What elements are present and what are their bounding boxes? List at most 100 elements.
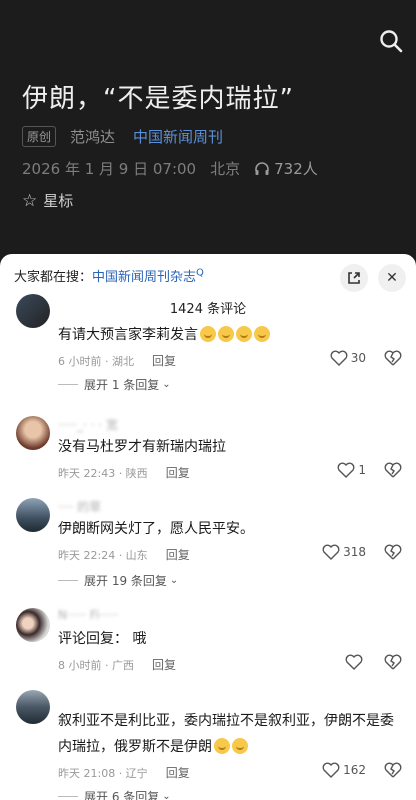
comment-meta: 昨天 21:08 · 辽宁 回复: [58, 764, 190, 781]
like-count: 1: [358, 463, 366, 477]
hot-search-keyword[interactable]: 中国新闻周刊杂志: [92, 270, 196, 285]
heart-icon: [322, 762, 340, 778]
heart-icon: [330, 350, 348, 366]
headphones-icon: [255, 161, 269, 175]
publish-location: 北京: [210, 160, 241, 178]
comment-time: 昨天 22:24 · 山东: [58, 548, 148, 562]
reply-button[interactable]: 回复: [166, 546, 190, 563]
heart-icon: [345, 654, 363, 670]
close-sheet-button[interactable]: ✕: [378, 264, 406, 292]
like-button[interactable]: 30: [330, 350, 366, 366]
chevron-down-icon: ⌄: [162, 379, 171, 390]
like-count: 162: [343, 763, 366, 777]
comment-time: 6 小时前 · 湖北: [58, 354, 134, 368]
broken-heart-icon: [384, 544, 402, 560]
divider: [58, 384, 78, 385]
reply-button[interactable]: 回复: [152, 656, 176, 673]
comment-meta: 8 小时前 · 广西 回复: [58, 656, 176, 673]
article-header: 伊朗，“不是委内瑞拉” 原创 范鸿达 中国新闻周刊 2026 年 1 月 9 日…: [0, 0, 416, 270]
reply-button[interactable]: 回复: [166, 464, 190, 481]
publish-date: 2026 年 1 月 9 日 07:00: [22, 160, 197, 178]
clap-emoji-icon: [200, 326, 216, 342]
clap-emoji-icon: [218, 326, 234, 342]
comment-meta: 昨天 22:24 · 山东 回复: [58, 546, 190, 563]
listen-count[interactable]: 732人: [254, 158, 318, 179]
comment-meta: 昨天 22:43 · 陕西 回复: [58, 464, 190, 481]
comment-item: ·····_· · · 宽 没有马杜罗才有新瑞内瑞拉 昨天 22:43 · 陕西…: [0, 414, 416, 494]
avatar[interactable]: [16, 294, 50, 328]
grin-emoji-icon: [232, 738, 248, 754]
like-button[interactable]: 162: [322, 762, 366, 778]
dislike-button[interactable]: [384, 544, 402, 564]
comment-item: 叙利亚不是利比亚，委内瑞拉不是叙利亚，伊朗不是委内瑞拉，俄罗斯不是伊朗 昨天 2…: [0, 686, 416, 800]
grin-emoji-icon: [214, 738, 230, 754]
star-icon: ☆: [22, 190, 38, 211]
comment-text: 评论回复： 哦: [58, 631, 147, 647]
heart-icon: [337, 462, 355, 478]
broken-heart-icon: [384, 350, 402, 366]
clap-emoji-icon: [236, 326, 252, 342]
like-button[interactable]: 1: [337, 462, 366, 478]
username[interactable]: ·····_· · · 宽: [58, 416, 118, 433]
chevron-down-icon: ⌄: [162, 791, 171, 800]
username[interactable]: ···· 的草: [58, 498, 101, 515]
like-count: 318: [343, 545, 366, 559]
star-label: 星标: [43, 192, 74, 210]
comment-time: 昨天 22:43 · 陕西: [58, 466, 148, 480]
author-name[interactable]: 范鸿达: [70, 126, 115, 147]
heart-icon: [322, 544, 340, 560]
search-icon: [380, 30, 403, 53]
clap-emoji-icon: [254, 326, 270, 342]
dislike-button[interactable]: [384, 654, 402, 674]
broken-heart-icon: [384, 462, 402, 478]
article-byline: 原创 范鸿达 中国新闻周刊: [22, 126, 223, 147]
broken-heart-icon: [384, 654, 402, 670]
expand-icon: [348, 272, 360, 284]
hot-search-prefix: 大家都在搜：: [14, 270, 93, 285]
comment-time: 昨天 21:08 · 辽宁: [58, 766, 148, 780]
article-title: 伊朗，“不是委内瑞拉”: [22, 84, 294, 114]
comment-meta: 6 小时前 · 湖北 回复: [58, 352, 176, 369]
comment-item: ···· 的草 伊朗断网关灯了，愿人民平安。 昨天 22:24 · 山东 回复 …: [0, 496, 416, 596]
expand-replies-label: 展开 19 条回复: [84, 574, 167, 588]
reply-button[interactable]: 回复: [166, 764, 190, 781]
avatar[interactable]: [16, 608, 50, 642]
comment-time: 8 小时前 · 广西: [58, 658, 134, 672]
like-count: 30: [350, 351, 366, 365]
comment-text: 有请大预言家李莉发言: [58, 322, 398, 348]
like-button[interactable]: [345, 654, 366, 670]
expand-sheet-button[interactable]: [340, 264, 368, 292]
comment-text: 伊朗断网关灯了，愿人民平安。: [58, 521, 254, 537]
publication-link[interactable]: 中国新闻周刊: [133, 126, 223, 147]
divider: [58, 796, 78, 797]
search-button[interactable]: [378, 28, 404, 54]
avatar[interactable]: [16, 690, 50, 724]
close-icon: ✕: [386, 270, 398, 286]
search-icon: Q: [196, 267, 204, 279]
expand-replies-button[interactable]: 展开 6 条回复 ⌄: [58, 788, 171, 800]
expand-replies-label: 展开 6 条回复: [84, 790, 160, 800]
chevron-down-icon: ⌄: [169, 575, 179, 586]
article-meta: 2026 年 1 月 9 日 07:00 北京 732人: [22, 158, 318, 179]
dislike-button[interactable]: [384, 462, 402, 482]
avatar[interactable]: [16, 498, 50, 532]
divider: [58, 580, 78, 581]
broken-heart-icon: [384, 762, 402, 778]
expand-replies-label: 展开 1 条回复: [84, 378, 160, 392]
dislike-button[interactable]: [384, 762, 402, 782]
comment-item: 有请大预言家李莉发言 6 小时前 · 湖北 回复 30 展开 1 条回复 ⌄: [0, 294, 416, 402]
avatar[interactable]: [16, 416, 50, 450]
original-tag: 原创: [22, 126, 57, 147]
like-button[interactable]: 318: [322, 544, 366, 560]
star-button[interactable]: ☆ 星标: [22, 190, 73, 211]
username[interactable]: N····· Fi·····: [58, 608, 118, 622]
comment-text: 叙利亚不是利比亚，委内瑞拉不是叙利亚，伊朗不是委内瑞拉，俄罗斯不是伊朗: [58, 713, 394, 755]
comment-text: 没有马杜罗才有新瑞内瑞拉: [58, 439, 226, 455]
expand-replies-button[interactable]: 展开 1 条回复 ⌄: [58, 376, 171, 393]
expand-replies-button[interactable]: 展开 19 条回复 ⌄: [58, 572, 178, 589]
dislike-button[interactable]: [384, 350, 402, 370]
reply-button[interactable]: 回复: [152, 352, 176, 369]
comment-item: N····· Fi····· 评论回复： 哦 8 小时前 · 广西 回复: [0, 606, 416, 686]
hot-search-bar[interactable]: 大家都在搜：中国新闻周刊杂志Q: [14, 266, 204, 285]
listen-count-text: 732人: [274, 160, 318, 178]
